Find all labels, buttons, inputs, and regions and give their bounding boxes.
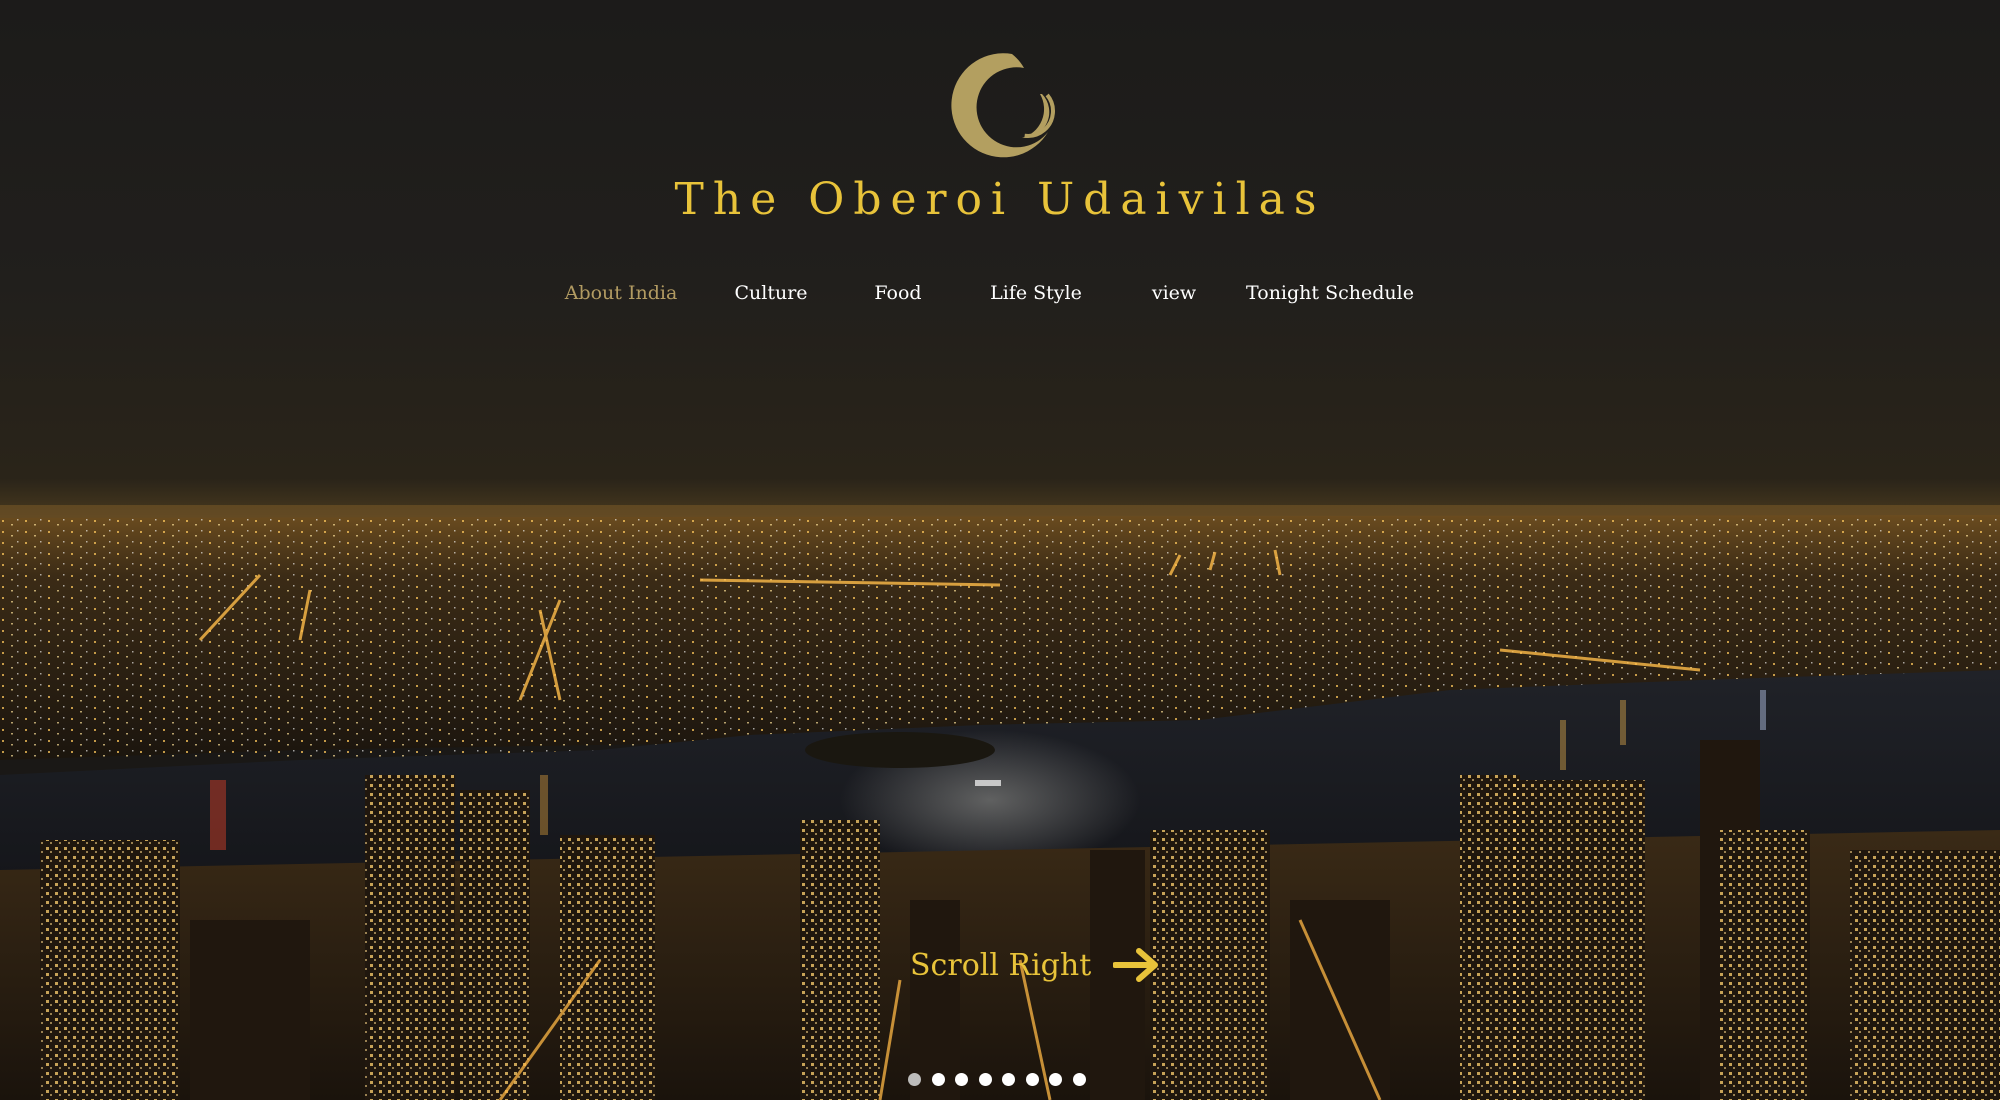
slide-pager: [908, 1073, 1096, 1087]
arrow-right-icon: [1113, 948, 1159, 982]
brand-title: The Oberoi Udaivilas: [674, 174, 1326, 225]
pager-dot-4[interactable]: [978, 1073, 992, 1086]
scroll-right-button[interactable]: Scroll Right: [910, 942, 1161, 988]
brand-logo-icon[interactable]: [936, 38, 1064, 166]
pager-dot-2[interactable]: [931, 1073, 945, 1086]
nav-item-food[interactable]: Food: [874, 282, 921, 304]
pager-dot-1[interactable]: [908, 1073, 921, 1086]
pager-dot-7[interactable]: [1049, 1073, 1062, 1086]
nav-item-about-india[interactable]: About India: [565, 282, 678, 304]
page: The Oberoi Udaivilas About India Culture…: [0, 0, 2000, 1100]
pager-dot-8[interactable]: [1072, 1073, 1086, 1086]
nav-item-life-style[interactable]: Life Style: [990, 282, 1082, 304]
pager-dot-5[interactable]: [1002, 1073, 1015, 1086]
pager-dot-6[interactable]: [1025, 1073, 1039, 1086]
main-nav: About India Culture Food Life Style view…: [0, 282, 2000, 312]
nav-item-culture[interactable]: Culture: [734, 282, 807, 304]
nav-item-view[interactable]: view: [1152, 282, 1196, 304]
pager-dot-3[interactable]: [955, 1073, 968, 1086]
nav-item-tonight-schedule[interactable]: Tonight Schedule: [1246, 282, 1414, 304]
scroll-right-label: Scroll Right: [910, 947, 1092, 983]
